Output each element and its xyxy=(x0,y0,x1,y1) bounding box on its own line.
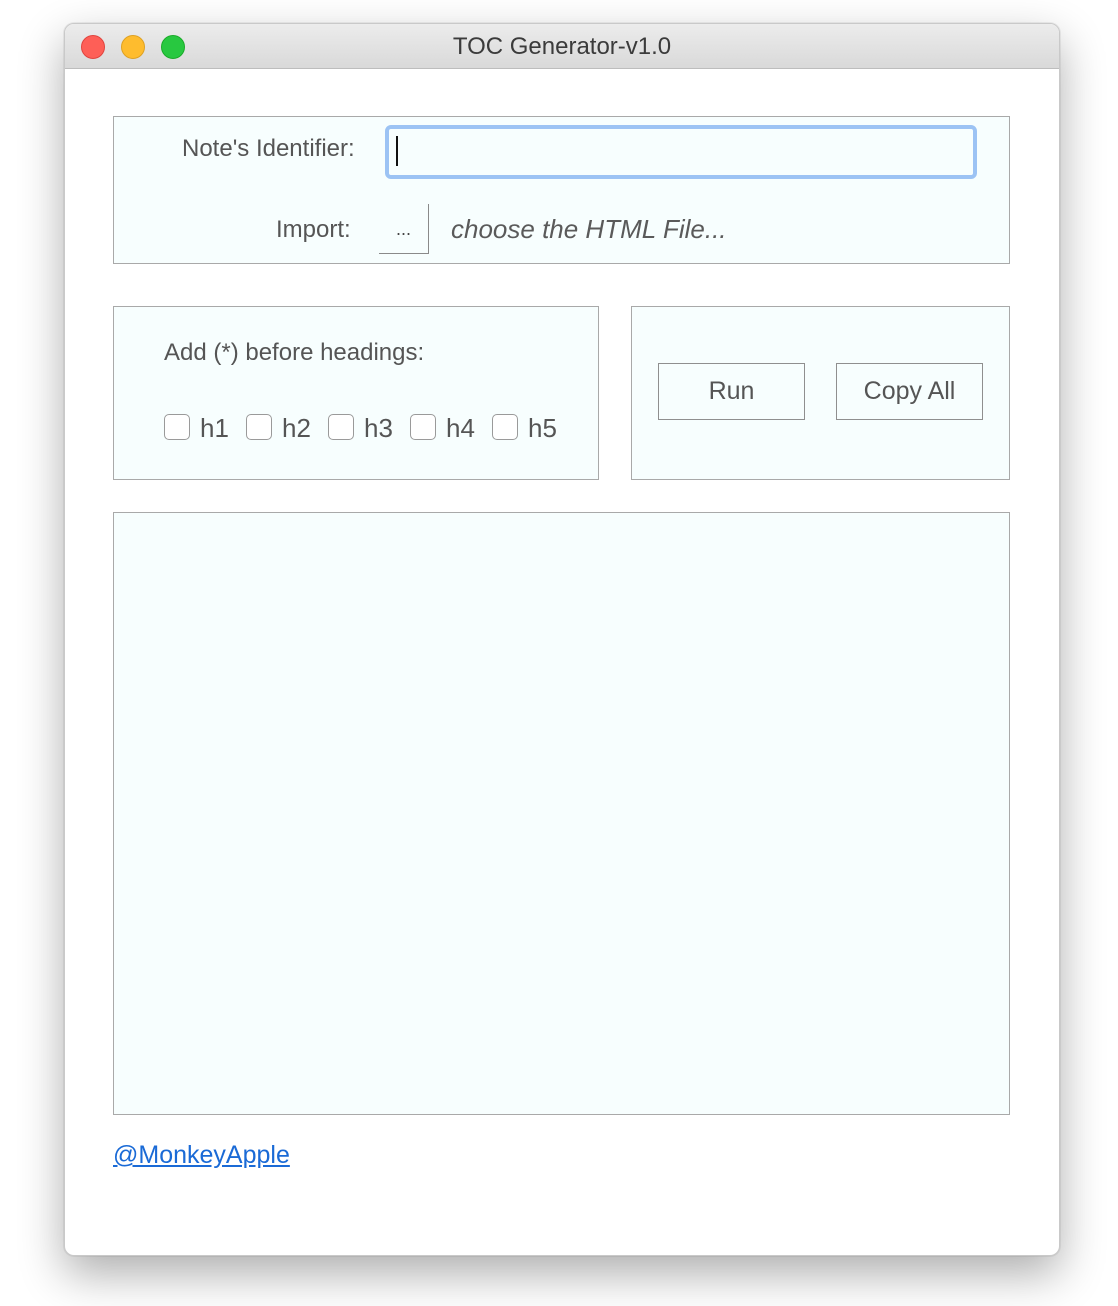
h4-checkbox[interactable] xyxy=(410,414,436,440)
h2-label: h2 xyxy=(282,413,311,443)
app-window: TOC Generator-v1.0 Note's Identifier: Im… xyxy=(64,23,1060,1256)
h4-label: h4 xyxy=(446,413,475,443)
author-link[interactable]: @MonkeyApple xyxy=(113,1141,290,1170)
identifier-input[interactable] xyxy=(385,125,977,179)
headings-label: Add (*) before headings: xyxy=(164,339,425,366)
h1-checkbox[interactable] xyxy=(164,414,190,440)
file-hint-text: choose the HTML File... xyxy=(451,214,727,244)
import-label: Import: xyxy=(276,216,351,243)
title-bar[interactable]: TOC Generator-v1.0 xyxy=(65,24,1059,69)
h5-checkbox[interactable] xyxy=(492,414,518,440)
browse-file-button[interactable]: ... xyxy=(379,204,429,254)
headings-panel: Add (*) before headings: h1 h2 h3 h4 h5 xyxy=(113,306,599,480)
copy-all-button[interactable]: Copy All xyxy=(836,363,983,420)
h3-checkbox[interactable] xyxy=(328,414,354,440)
h3-label: h3 xyxy=(364,413,393,443)
h1-label: h1 xyxy=(200,413,229,443)
output-text-area[interactable] xyxy=(113,512,1010,1115)
input-panel: Note's Identifier: Import: ... choose th… xyxy=(113,116,1010,264)
run-button[interactable]: Run xyxy=(658,363,805,420)
window-title: TOC Generator-v1.0 xyxy=(452,33,672,60)
actions-panel: Run Copy All xyxy=(631,306,1010,480)
text-caret xyxy=(396,136,398,166)
h2-checkbox[interactable] xyxy=(246,414,272,440)
h5-label: h5 xyxy=(528,413,557,443)
identifier-label: Note's Identifier: xyxy=(182,135,355,162)
